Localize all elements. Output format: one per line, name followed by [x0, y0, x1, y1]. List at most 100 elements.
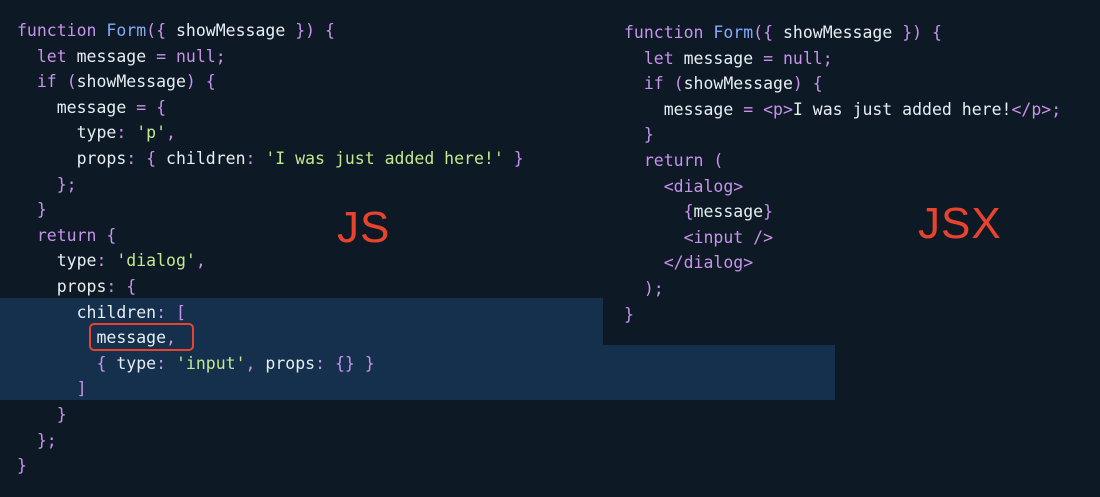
js-code-token: : — [96, 251, 107, 271]
js-code-token: , — [195, 251, 206, 271]
js-code-line: }; — [17, 428, 524, 454]
js-code-token: ) — [185, 72, 196, 92]
js-code-token: } — [513, 148, 524, 168]
js-code-token — [17, 431, 37, 450]
jsx-code-token: { — [683, 202, 694, 222]
js-code-token: 'dialog' — [116, 251, 196, 271]
js-code-token — [136, 149, 146, 168]
jsx-code-line: if (showMessage) { — [624, 71, 1061, 97]
js-code-line: let message = null; — [17, 44, 524, 70]
jsx-code-token: ; — [1051, 99, 1062, 119]
jsx-code-token — [703, 151, 713, 170]
jsx-code-token: { — [812, 74, 823, 94]
js-code-token: type — [17, 123, 117, 143]
jsx-code-line: ); — [624, 276, 1061, 302]
jsx-code-token: showMessage — [683, 74, 793, 94]
js-code-line: props: { — [17, 274, 524, 300]
js-code-token — [96, 226, 106, 245]
jsx-code-line: message = <p>I was just added here!</p>; — [624, 97, 1061, 123]
jsx-code-token: }) — [902, 23, 923, 42]
js-code-token: }) — [295, 21, 316, 40]
jsx-code-token — [624, 49, 644, 68]
js-code-token — [255, 149, 265, 168]
js-label: JS — [337, 203, 391, 252]
js-code-token — [126, 123, 136, 142]
js-code-line: type: 'p', — [17, 120, 524, 146]
js-code-token — [57, 72, 67, 91]
js-code-token: { — [126, 276, 137, 296]
js-code-token: : — [156, 302, 167, 322]
jsx-code-token — [703, 23, 713, 42]
jsx-code-token: = — [743, 99, 754, 119]
js-code-token: } — [17, 456, 27, 476]
jsx-code-token: ( — [713, 150, 724, 170]
js-code-token — [17, 405, 57, 424]
js-code-token: } — [364, 353, 375, 373]
jsx-code-token — [624, 279, 644, 298]
js-code-line: { type: 'input', props: {} } — [17, 351, 524, 377]
js-code-token: 'p' — [136, 123, 167, 143]
js-code-token — [504, 149, 514, 168]
js-code-token — [315, 21, 325, 40]
js-code-token: return — [36, 225, 97, 245]
jsx-code-line: return ( — [624, 148, 1061, 174]
message-callout-box — [89, 323, 194, 351]
js-code-token: showMessage — [76, 72, 186, 92]
jsx-code-token — [624, 253, 664, 272]
js-code-token — [106, 251, 116, 270]
js-code-token: ; — [215, 46, 226, 66]
js-code-token — [17, 47, 37, 66]
js-code-token — [116, 277, 126, 296]
jsx-code-token: = — [763, 48, 774, 68]
jsx-code-token: null — [782, 48, 823, 68]
js-code-token — [166, 354, 176, 373]
js-code-token: = — [156, 46, 167, 66]
jsx-code-token — [753, 100, 763, 119]
js-code-line: type: 'dialog', — [17, 248, 524, 274]
jsx-code-line: <dialog> — [624, 174, 1061, 200]
jsx-code-token — [624, 228, 684, 247]
js-code-token — [17, 72, 37, 91]
js-code-token: }; — [56, 174, 77, 194]
jsx-code-token: ); — [643, 278, 664, 298]
js-code-token: message — [17, 97, 137, 117]
js-code-line: children: [ — [17, 300, 524, 326]
js-code-token: props — [17, 276, 107, 296]
js-code-line: if (showMessage) { — [17, 69, 524, 95]
jsx-code-token: message — [624, 99, 744, 119]
js-code-token: : — [106, 276, 117, 296]
jsx-code-line: function Form({ showMessage }) { — [624, 20, 1061, 46]
js-code-token — [325, 354, 335, 373]
js-code-token: { — [96, 353, 107, 373]
jsx-code-token: <input /> — [683, 227, 774, 247]
js-code-token: : — [315, 353, 325, 373]
js-code-token: null — [175, 46, 216, 66]
js-code-token: , — [245, 353, 256, 373]
jsx-code-token: return — [643, 150, 704, 170]
js-code-token — [196, 72, 206, 91]
jsx-code-token: Form — [713, 23, 754, 42]
js-code-line: function Form({ showMessage }) { — [17, 18, 524, 44]
js-code-token — [17, 226, 37, 245]
js-code-token: , — [166, 123, 176, 143]
js-code-line: }; — [17, 172, 524, 198]
jsx-code-token — [624, 151, 644, 170]
jsx-code-token: } — [643, 125, 654, 145]
js-code-token: { — [156, 97, 167, 117]
js-code-token — [146, 98, 156, 117]
js-code-token: {} — [334, 353, 355, 373]
js-code-token: let — [36, 46, 67, 66]
jsx-code-token: </p> — [1011, 99, 1052, 119]
jsx-code-token: I was just added here! — [792, 99, 1012, 119]
js-code-line: return { — [17, 223, 524, 249]
js-code-token: children — [17, 302, 157, 322]
js-code-line: } — [17, 197, 524, 223]
js-code-token: message — [66, 46, 157, 66]
js-code-token: ({ — [146, 21, 167, 40]
jsx-code-token: <p> — [763, 99, 793, 119]
jsx-code-token: } — [624, 304, 634, 324]
js-code-token: { — [106, 225, 117, 245]
js-code-token: } — [36, 200, 47, 220]
jsx-code-token: { — [932, 23, 942, 42]
js-code-token: showMessage — [166, 21, 296, 40]
